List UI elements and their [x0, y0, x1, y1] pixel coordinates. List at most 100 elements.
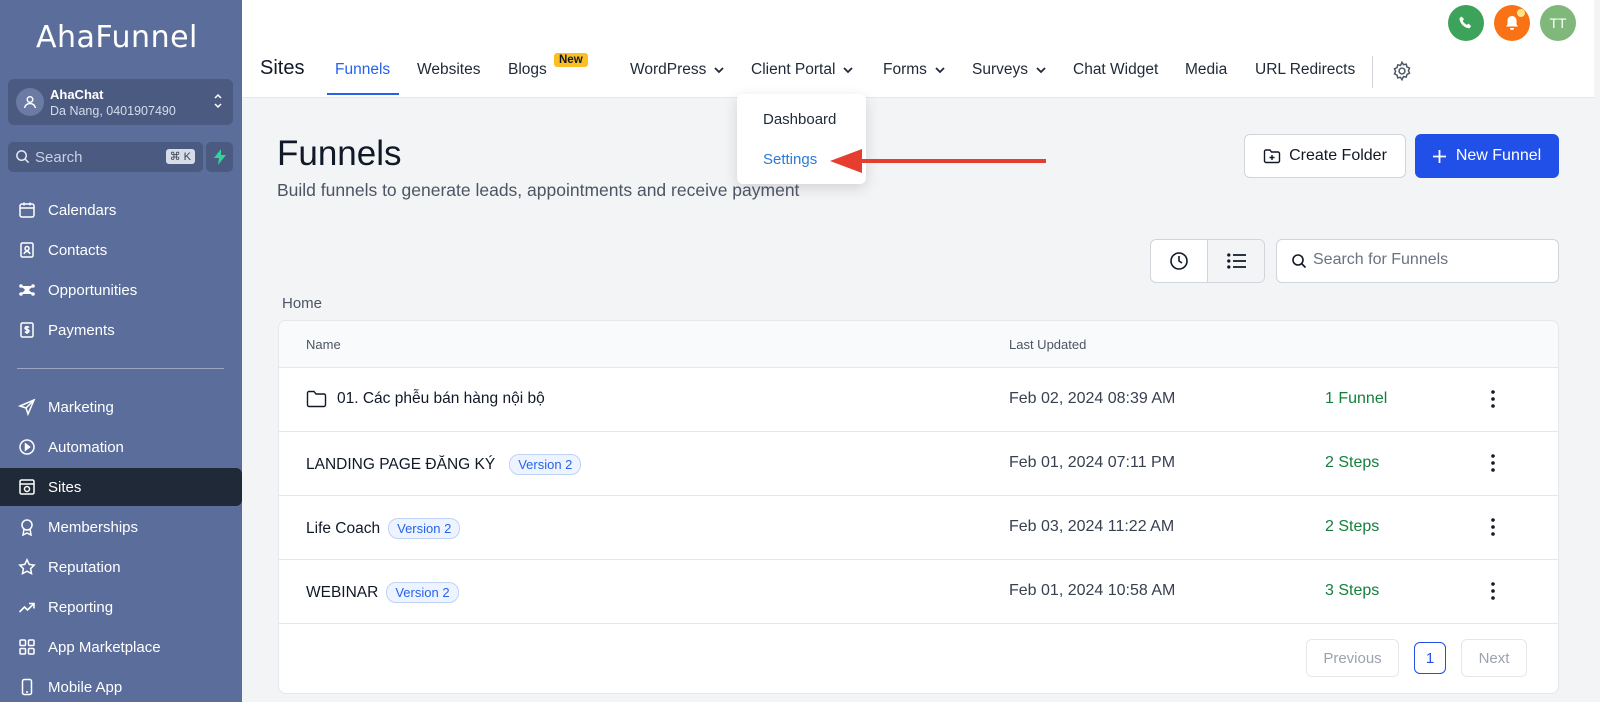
sidebar-search[interactable]: Search ⌘ K: [8, 142, 203, 172]
chevron-updown-icon: [213, 91, 223, 116]
next-page-button[interactable]: Next: [1461, 639, 1527, 677]
previous-page-button[interactable]: Previous: [1306, 639, 1399, 677]
column-last-updated[interactable]: Last Updated: [1009, 337, 1086, 352]
tab-label: WordPress: [630, 61, 707, 78]
sidebar-item-label: Calendars: [48, 201, 117, 219]
notification-dot: [1517, 9, 1525, 17]
tab-url-redirects[interactable]: URL Redirects: [1255, 61, 1355, 79]
tab-media[interactable]: Media: [1185, 61, 1227, 79]
tab-wordpress[interactable]: WordPress: [630, 61, 725, 79]
chevron-down-icon: [843, 66, 854, 73]
table-row[interactable]: Life Coach Version 2 Feb 03, 2024 11:22 …: [279, 496, 1558, 560]
sidebar-divider: [17, 368, 224, 369]
tab-chat-widget[interactable]: Chat Widget: [1073, 61, 1158, 79]
row-name-cell: Life Coach Version 2: [306, 518, 461, 539]
row-name-cell: 01. Các phễu bán hàng nội bộ: [306, 390, 545, 408]
chevron-down-icon: [1036, 66, 1046, 73]
user-avatar[interactable]: TT: [1540, 5, 1576, 41]
gear-icon: [1393, 60, 1411, 82]
row-updated: Feb 01, 2024 10:58 AM: [1009, 582, 1176, 599]
sidebar-item-label: Marketing: [48, 398, 114, 416]
version-badge: Version 2: [388, 518, 461, 539]
recent-view-button[interactable]: [1151, 240, 1208, 282]
sidebar-item-label: App Marketplace: [48, 638, 161, 656]
phone-call-button[interactable]: [1448, 5, 1484, 41]
row-updated: Feb 02, 2024 08:39 AM: [1009, 390, 1176, 407]
create-folder-button[interactable]: Create Folder: [1244, 134, 1406, 178]
kebab-menu-icon: [1491, 582, 1495, 600]
plus-icon: [1432, 149, 1446, 163]
list-icon: [1226, 253, 1246, 269]
star-icon: [17, 557, 37, 577]
send-icon: [17, 397, 37, 417]
list-view-button[interactable]: [1208, 240, 1264, 282]
sidebar-item-label: Payments: [48, 321, 115, 339]
tab-blogs[interactable]: Blogs: [508, 61, 547, 79]
tab-funnels[interactable]: Funnels: [335, 61, 390, 79]
table-header: Name Last Updated: [279, 321, 1558, 368]
row-name[interactable]: LANDING PAGE ĐĂNG KÝ: [306, 456, 495, 474]
row-count: 1 Funnel: [1325, 390, 1388, 407]
chevron-down-icon: [714, 66, 725, 73]
top-navigation: Sites Funnels Websites Blogs New WordPre…: [242, 0, 1594, 98]
notifications-button[interactable]: [1494, 5, 1530, 41]
phone-call-icon: [1459, 16, 1472, 29]
table-row[interactable]: WEBINAR Version 2 Feb 01, 2024 10:58 AM …: [279, 560, 1558, 624]
table-row[interactable]: LANDING PAGE ĐĂNG KÝ Version 2 Feb 01, 2…: [279, 432, 1558, 496]
phone-icon: [17, 677, 37, 697]
sidebar-item-reporting[interactable]: Reporting: [0, 588, 242, 626]
automation-icon: [17, 437, 37, 457]
search-funnels-input[interactable]: [1313, 251, 1543, 269]
sidebar-item-label: Reporting: [48, 598, 114, 616]
tab-websites[interactable]: Websites: [417, 61, 480, 79]
sidebar: AhaFunnel AhaChat Da Nang, 0401907490 Se…: [0, 0, 242, 702]
row-name[interactable]: 01. Các phễu bán hàng nội bộ: [337, 390, 545, 408]
lightning-icon: [213, 149, 226, 165]
sidebar-item-opportunities[interactable]: Opportunities: [0, 271, 242, 309]
quick-action-button[interactable]: [206, 142, 233, 172]
dropdown-item-dashboard[interactable]: Dashboard: [763, 111, 836, 128]
sidebar-search-placeholder: Search: [35, 149, 83, 166]
sidebar-item-label: Reputation: [48, 558, 121, 576]
sidebar-item-calendars[interactable]: Calendars: [0, 191, 242, 229]
row-name[interactable]: Life Coach: [306, 520, 380, 538]
opportunities-icon: [17, 280, 37, 300]
account-switcher[interactable]: AhaChat Da Nang, 0401907490: [8, 79, 233, 125]
table-row[interactable]: 01. Các phễu bán hàng nội bộ Feb 02, 202…: [279, 368, 1558, 432]
row-actions-button[interactable]: [1483, 452, 1503, 474]
search-icon: [1291, 253, 1307, 274]
annotation-arrow-icon: [830, 149, 1046, 173]
row-count: 3 Steps: [1325, 582, 1380, 599]
sidebar-item-app-marketplace[interactable]: App Marketplace: [0, 628, 242, 666]
sidebar-item-sites[interactable]: Sites: [0, 468, 242, 506]
sidebar-item-label: Mobile App: [48, 678, 123, 696]
sidebar-item-contacts[interactable]: Contacts: [0, 231, 242, 269]
sidebar-item-mobile-app[interactable]: Mobile App: [0, 668, 242, 702]
page-1-button[interactable]: 1: [1414, 642, 1446, 674]
tab-client-portal[interactable]: Client Portal: [751, 61, 854, 79]
sidebar-item-automation[interactable]: Automation: [0, 428, 242, 466]
search-funnels-field[interactable]: [1276, 239, 1559, 283]
tab-surveys[interactable]: Surveys: [972, 61, 1046, 79]
new-funnel-button[interactable]: New Funnel: [1415, 134, 1559, 178]
row-actions-button[interactable]: [1483, 580, 1503, 602]
row-actions-button[interactable]: [1483, 516, 1503, 538]
sidebar-item-memberships[interactable]: Memberships: [0, 508, 242, 546]
sidebar-item-payments[interactable]: Payments: [0, 311, 242, 349]
tab-forms[interactable]: Forms: [883, 61, 945, 79]
folder-icon: [306, 390, 327, 408]
sidebar-item-marketing[interactable]: Marketing: [0, 388, 242, 426]
dropdown-item-settings[interactable]: Settings: [763, 151, 817, 168]
row-actions-button[interactable]: [1483, 388, 1503, 410]
sidebar-item-reputation[interactable]: Reputation: [0, 548, 242, 586]
tab-label: Forms: [883, 61, 927, 78]
column-name[interactable]: Name: [306, 337, 341, 352]
new-funnel-label: New Funnel: [1455, 147, 1542, 164]
breadcrumb[interactable]: Home: [282, 295, 322, 312]
trend-icon: [17, 597, 37, 617]
settings-gear-button[interactable]: [1391, 60, 1413, 87]
page-subtitle: Build funnels to generate leads, appoint…: [277, 180, 800, 200]
clock-icon: [1170, 252, 1188, 270]
row-name-cell: LANDING PAGE ĐĂNG KÝ Version 2: [306, 454, 582, 475]
row-name[interactable]: WEBINAR: [306, 584, 378, 602]
